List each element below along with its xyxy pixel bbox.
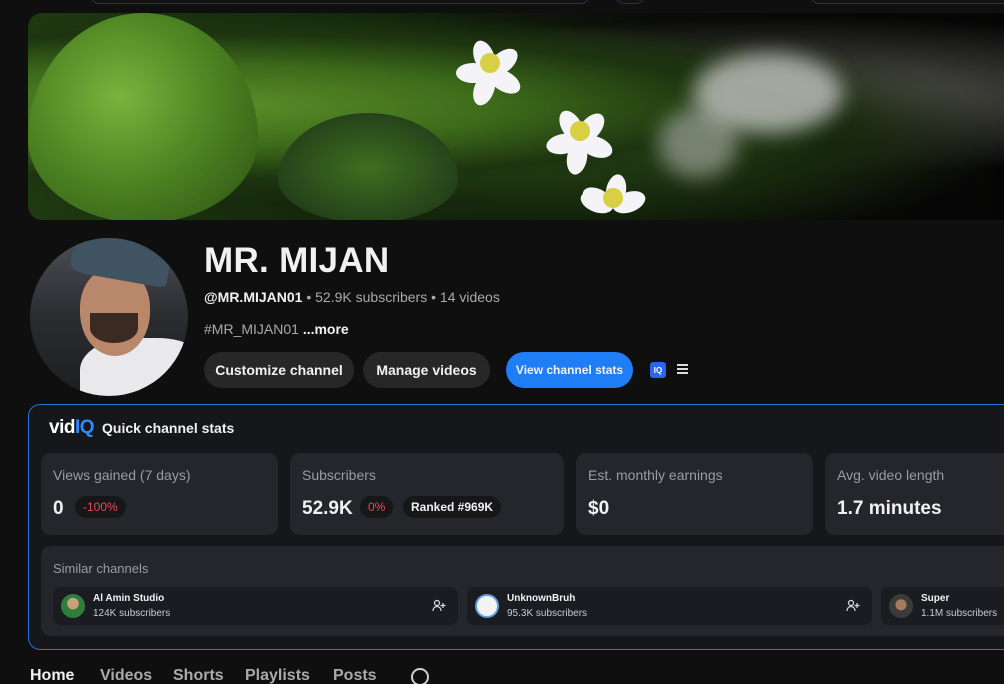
meta-separator: • xyxy=(431,289,436,305)
voice-search-button[interactable] xyxy=(615,0,645,4)
search-box[interactable] xyxy=(90,0,590,4)
avatar xyxy=(61,594,85,618)
channel-banner xyxy=(28,13,1004,220)
customize-channel-button[interactable]: Customize channel xyxy=(204,352,354,388)
vidiq-logo: vidIQ xyxy=(49,417,95,438)
leaf-shape xyxy=(278,113,458,220)
stat-label: Avg. video length xyxy=(837,467,945,483)
meta-separator: • xyxy=(306,289,312,305)
tab-videos[interactable]: Videos xyxy=(100,667,152,684)
stat-value: $0 xyxy=(588,498,610,519)
change-badge: -100% xyxy=(75,496,126,518)
tab-posts[interactable]: Posts xyxy=(333,667,377,684)
leaf-shape xyxy=(28,13,258,220)
stat-value: 1.7 minutes xyxy=(837,498,942,519)
add-user-icon[interactable] xyxy=(846,599,860,613)
stat-value: 52.9K xyxy=(302,498,353,519)
view-channel-stats-button[interactable]: View channel stats xyxy=(506,352,633,388)
stat-card-subscribers: Subscribers 52.9K 0% Ranked #969K xyxy=(290,453,564,535)
avatar xyxy=(475,594,499,618)
stat-label: Views gained (7 days) xyxy=(53,467,191,483)
search-icon[interactable] xyxy=(411,668,429,684)
description-text: #MR_MIJAN01 xyxy=(204,321,299,337)
subscriber-count: 52.9K subscribers xyxy=(315,289,428,305)
similar-channel-subs: 1.1M subscribers xyxy=(921,608,998,619)
stat-label: Subscribers xyxy=(302,467,376,483)
manage-videos-button[interactable]: Manage videos xyxy=(363,352,490,388)
channel-description[interactable]: #MR_MIJAN01 ...more xyxy=(204,321,349,337)
stat-card-video-length: Avg. video length 1.7 minutes xyxy=(825,453,1004,535)
video-count: 14 videos xyxy=(439,289,500,305)
avatar xyxy=(889,594,913,618)
stat-value: 0 xyxy=(53,498,64,519)
menu-icon[interactable] xyxy=(677,364,688,374)
channel-meta: @MR.MIJAN01 • 52.9K subscribers • 14 vid… xyxy=(204,289,500,305)
panel-title: Quick channel stats xyxy=(102,420,235,436)
stat-card-earnings: Est. monthly earnings $0 xyxy=(576,453,813,535)
similar-label: Similar channels xyxy=(53,561,149,576)
rank-badge: Ranked #969K xyxy=(403,496,502,518)
tab-shorts[interactable]: Shorts xyxy=(173,667,224,684)
similar-channel-item[interactable]: Al Amin Studio 124K subscribers xyxy=(53,587,458,625)
channel-avatar[interactable] xyxy=(30,238,188,396)
change-badge: 0% xyxy=(360,496,394,518)
vidiq-icon[interactable]: IQ xyxy=(650,362,666,378)
stat-card-views: Views gained (7 days) 0 -100% xyxy=(41,453,278,535)
channel-name: MR. MIJAN xyxy=(204,241,390,280)
tab-home[interactable]: Home xyxy=(30,667,74,684)
channel-handle: @MR.MIJAN01 xyxy=(204,289,303,305)
similar-channels: Similar channels Al Amin Studio 124K sub… xyxy=(41,546,1004,636)
more-link[interactable]: ...more xyxy=(303,321,349,337)
similar-channel-subs: 95.3K subscribers xyxy=(507,608,588,619)
similar-channel-name: Super xyxy=(921,593,950,604)
panel-header: vidIQ Quick channel stats xyxy=(49,417,234,439)
top-bar xyxy=(0,0,1004,6)
similar-channel-item[interactable]: UnknownBruh 95.3K subscribers xyxy=(467,587,872,625)
tab-playlists[interactable]: Playlists xyxy=(245,667,310,684)
bokeh xyxy=(658,108,738,178)
stat-label: Est. monthly earnings xyxy=(588,467,723,483)
similar-channel-item[interactable]: Super 1.1M subscribers xyxy=(881,587,1004,625)
similar-channel-subs: 124K subscribers xyxy=(93,608,171,619)
similar-channel-name: UnknownBruh xyxy=(507,593,576,604)
similar-channel-name: Al Amin Studio xyxy=(93,593,165,604)
add-user-icon[interactable] xyxy=(432,599,446,613)
top-actions[interactable] xyxy=(810,0,1004,4)
vidiq-stats-panel: vidIQ Quick channel stats Views gained (… xyxy=(28,404,1004,650)
